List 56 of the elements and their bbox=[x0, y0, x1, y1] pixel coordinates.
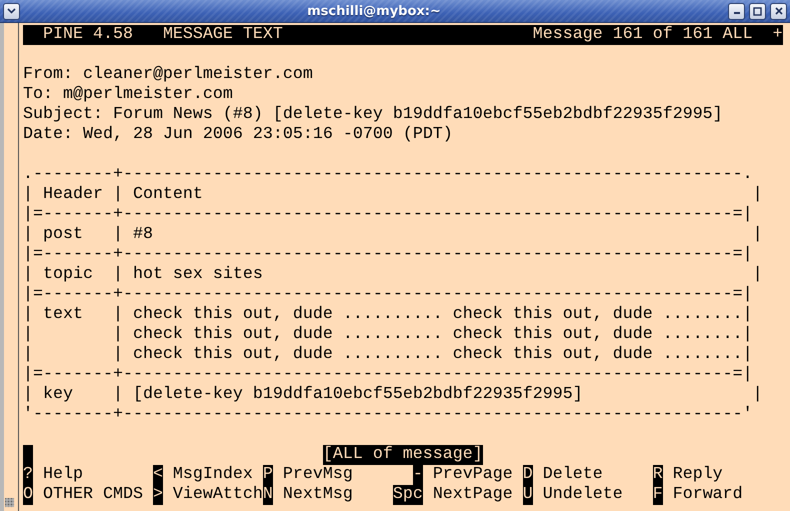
command-label: NextPage bbox=[432, 485, 514, 505]
app-version: PINE 4.58 bbox=[42, 25, 133, 45]
close-icon bbox=[774, 7, 782, 15]
command-label: Reply bbox=[672, 465, 724, 485]
table-line: | Header | Content | bbox=[23, 185, 763, 205]
table-line: | topic | hot sex sites | bbox=[23, 265, 763, 285]
table-line: | | check this out, dude .......... check this out, dude ........| bbox=[23, 345, 753, 365]
command-label: Undelete bbox=[542, 485, 624, 505]
command-key[interactable]: > bbox=[152, 485, 163, 505]
command-label: Delete bbox=[542, 465, 604, 485]
maximize-button[interactable] bbox=[749, 2, 766, 20]
header-line: Subject: Forum News (#8) [delete-key b19ddfa10ebcf55eb2bdbf22935f2995] bbox=[23, 105, 723, 125]
window-menu-button[interactable] bbox=[3, 2, 20, 20]
window-title: mschilli@mybox:~ bbox=[306, 4, 442, 18]
command-key[interactable]: U bbox=[522, 485, 533, 505]
table-line: | post | #8 | bbox=[23, 225, 763, 245]
screen-name: MESSAGE TEXT bbox=[162, 25, 283, 45]
command-label: OTHER CMDS bbox=[42, 485, 144, 505]
close-button[interactable] bbox=[770, 2, 787, 20]
command-key[interactable]: Spc bbox=[392, 485, 423, 505]
command-key[interactable]: - bbox=[412, 465, 423, 485]
command-label: ViewAttch bbox=[172, 485, 263, 505]
message-position: Message 161 of 161 ALL bbox=[532, 25, 753, 45]
table-line: | key | [delete-key b19ddfa10ebcf55eb2bdbf22935f2995] | bbox=[23, 385, 763, 405]
command-key[interactable]: < bbox=[152, 465, 163, 485]
resize-grip-icon[interactable] bbox=[5, 498, 14, 507]
command-key[interactable]: R bbox=[652, 465, 663, 485]
table-line: | text | check this out, dude .......... check this out, dude ........| bbox=[23, 305, 753, 325]
table-line: |=-------+-------------------------------------------------------------=| bbox=[23, 285, 753, 305]
header-line: Date: Wed, 28 Jun 2006 23:05:16 -0700 (PDT) bbox=[23, 125, 453, 145]
table-line: '--------+--------------------------------------------------------------' bbox=[23, 405, 753, 425]
command-key[interactable]: N bbox=[262, 485, 273, 505]
table-line: | | check this out, dude .......... check this out, dude ........| bbox=[23, 325, 753, 345]
command-label: PrevMsg bbox=[282, 465, 354, 485]
table-line: |=-------+-------------------------------------------------------------=| bbox=[23, 245, 753, 265]
table-line: |=-------+-------------------------------------------------------------=| bbox=[23, 205, 753, 225]
command-key[interactable]: F bbox=[652, 485, 663, 505]
command-label: MsgIndex bbox=[172, 465, 254, 485]
chevron-down-icon bbox=[7, 8, 16, 14]
command-label: NextMsg bbox=[282, 485, 354, 505]
command-key[interactable]: ? bbox=[23, 465, 33, 485]
command-key[interactable]: P bbox=[262, 465, 273, 485]
command-label: Forward bbox=[672, 485, 744, 505]
command-key[interactable]: D bbox=[522, 465, 533, 485]
minimize-button[interactable] bbox=[728, 2, 745, 20]
table-line: .--------+--------------------------------------------------------------. bbox=[23, 165, 753, 185]
table-line: |=-------+-------------------------------------------------------------=| bbox=[23, 365, 753, 385]
header-line: From: cleaner@perlmeister.com bbox=[23, 65, 313, 85]
command-key[interactable]: O bbox=[23, 485, 33, 505]
maximize-icon bbox=[753, 6, 762, 16]
more-indicator: + bbox=[772, 25, 783, 45]
message-indicator: [ALL of message] bbox=[322, 445, 483, 465]
cursor bbox=[23, 445, 33, 465]
command-label: PrevPage bbox=[432, 465, 514, 485]
header-line: To: m@perlmeister.com bbox=[23, 85, 233, 105]
command-label: Help bbox=[42, 465, 84, 485]
